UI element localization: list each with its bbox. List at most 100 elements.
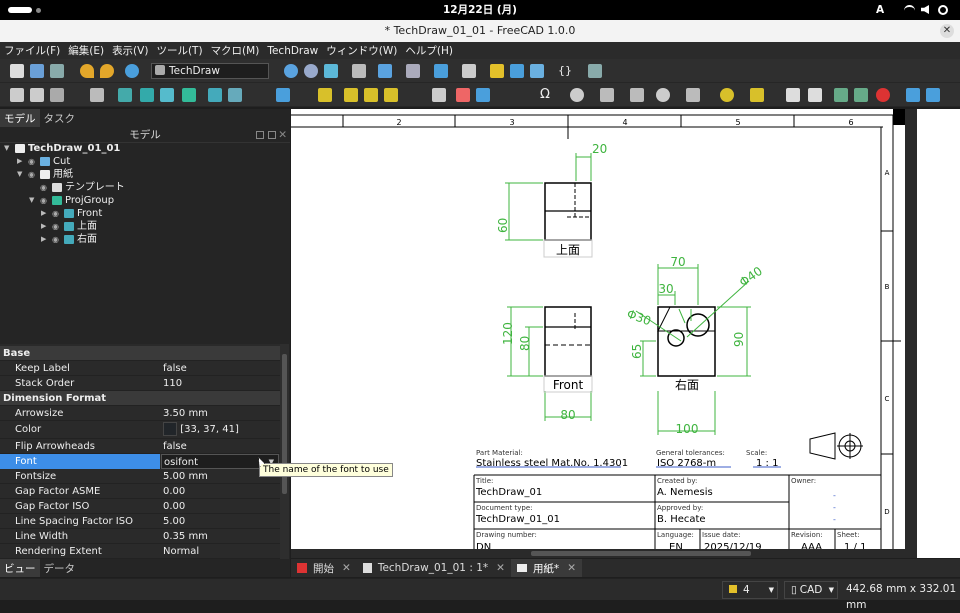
clear-icon[interactable]	[876, 88, 890, 102]
property-value[interactable]: false	[161, 439, 279, 454]
tb-value[interactable]: A. Nemesis	[657, 487, 713, 498]
tree-item-top[interactable]: ▶ ◉ 上面	[0, 220, 290, 233]
owner-placeholder[interactable]: -	[833, 503, 836, 512]
redo-icon[interactable]	[100, 64, 114, 78]
workbench-selector[interactable]: TechDraw	[151, 63, 269, 79]
tab-view[interactable]: ビュー	[0, 559, 40, 577]
property-value[interactable]: false	[161, 361, 279, 376]
projection-group-icon[interactable]	[182, 88, 196, 102]
navigation-style-selector[interactable]: ▯ CAD ▼	[784, 581, 838, 599]
property-value[interactable]: 0.00	[161, 499, 279, 514]
whats-this-icon[interactable]	[588, 64, 602, 78]
tree-expand-icon[interactable]: ▶	[41, 233, 49, 246]
menu-edit[interactable]: 編集(E)	[68, 43, 104, 58]
tree-expand-icon[interactable]: ▼	[4, 142, 12, 155]
tree-item-projgroup[interactable]: ▼ ◉ ProjGroup	[0, 194, 290, 207]
front-view[interactable]: 120 80 80 Front	[501, 306, 593, 422]
menu-tools[interactable]: ツール(T)	[156, 43, 202, 58]
redraw-icon[interactable]	[50, 88, 64, 102]
window-close-button[interactable]: ✕	[940, 24, 954, 38]
tree-item-front[interactable]: ▶ ◉ Front	[0, 207, 290, 220]
tree-expand-icon[interactable]: ▶	[41, 207, 49, 220]
balloon-icon[interactable]	[476, 88, 490, 102]
broken-view-icon[interactable]	[140, 88, 154, 102]
axis-icon[interactable]	[656, 88, 670, 102]
visibility-eye-icon[interactable]: ◉	[40, 181, 47, 194]
export-svg-icon[interactable]	[786, 88, 800, 102]
tab-data[interactable]: データ	[40, 559, 80, 577]
visibility-eye-icon[interactable]: ◉	[52, 233, 59, 246]
cosmetic-icon[interactable]	[600, 88, 614, 102]
text-icon[interactable]	[906, 88, 920, 102]
zoom-fit-icon[interactable]	[284, 64, 298, 78]
panel-undock-icon[interactable]	[268, 131, 276, 139]
tab-model[interactable]: モデル	[0, 109, 40, 127]
link-icon[interactable]	[462, 64, 476, 78]
tb-value[interactable]: ISO 2768-m	[657, 458, 716, 469]
dimension-icon[interactable]	[318, 88, 332, 102]
right-view[interactable]: 70 30 Φ40 Φ30 65 90 100 右面	[625, 255, 765, 436]
visibility-eye-icon[interactable]: ◉	[52, 220, 59, 233]
property-row[interactable]: Color [33, 37, 41]	[0, 421, 280, 439]
property-row[interactable]: Fontsize 5.00 mm	[0, 469, 280, 484]
tolerance-icon[interactable]	[750, 88, 764, 102]
property-row[interactable]: Flip Arrowheads false	[0, 439, 280, 454]
radius-dim-icon[interactable]	[344, 88, 358, 102]
tree-expand-icon[interactable]: ▼	[29, 194, 37, 207]
property-row[interactable]: Rendering Extent Normal	[0, 544, 280, 559]
tree-item-document[interactable]: ▼ TechDraw_01_01	[0, 142, 290, 155]
property-group-dimension-format[interactable]: Dimension Format	[0, 391, 280, 406]
menu-macro[interactable]: マクロ(M)	[211, 43, 260, 58]
canvas-bottom-scrollbar[interactable]	[291, 549, 905, 558]
group-icon[interactable]	[510, 64, 524, 78]
visibility-eye-icon[interactable]: ◉	[52, 207, 59, 220]
owner-placeholder[interactable]: -	[833, 515, 836, 524]
undo-icon[interactable]	[80, 64, 94, 78]
tree-expand-icon[interactable]: ▶	[17, 155, 25, 168]
menu-help[interactable]: ヘルプ(H)	[405, 43, 453, 58]
hatch-icon[interactable]	[432, 88, 446, 102]
top-view[interactable]: 20 60 上面	[496, 142, 607, 258]
property-row[interactable]: Stack Order 110	[0, 376, 280, 391]
box-selection-icon[interactable]	[352, 64, 366, 78]
property-row-selected[interactable]: Font osifont ▼	[0, 454, 280, 469]
tree-item-right[interactable]: ▶ ◉ 右面	[0, 233, 290, 246]
angle-dim-icon[interactable]	[364, 88, 378, 102]
property-row[interactable]: Gap Factor ASME 0.00	[0, 484, 280, 499]
canvas-right-scrollbar[interactable]	[905, 109, 917, 558]
doc-tab-document[interactable]: TechDraw_01_01 : 1* ✕	[357, 559, 511, 577]
diameter-icon[interactable]	[720, 88, 734, 102]
property-value[interactable]: 110	[161, 376, 279, 391]
insert-view-icon[interactable]	[118, 88, 132, 102]
leader-icon[interactable]	[456, 88, 470, 102]
layer-selector[interactable]: 4 ▼	[722, 581, 778, 599]
tb-value[interactable]: 1 : 1	[756, 458, 778, 469]
doc-tab-start[interactable]: 開始 ✕	[291, 559, 357, 577]
owner-placeholder[interactable]: -	[833, 491, 836, 500]
measure-icon[interactable]	[434, 64, 448, 78]
insert-template-icon[interactable]	[30, 88, 44, 102]
power-icon[interactable]	[938, 5, 948, 15]
tree-item-template[interactable]: ◉ テンプレート	[0, 181, 290, 194]
stacking-bottom-icon[interactable]	[854, 88, 868, 102]
property-value[interactable]: 0.00	[161, 484, 279, 499]
tree-item-page[interactable]: ▼ ◉ 用紙	[0, 168, 290, 181]
activities-indicator[interactable]	[8, 7, 32, 13]
property-row[interactable]: Arrowsize 3.50 mm	[0, 406, 280, 421]
section-view-icon[interactable]	[208, 88, 222, 102]
menu-file[interactable]: ファイル(F)	[4, 43, 60, 58]
close-icon[interactable]: ✕	[567, 562, 576, 574]
refresh-icon[interactable]	[125, 64, 139, 78]
macro-icon[interactable]: {}	[558, 64, 572, 78]
property-row[interactable]: Line Spacing Factor ISO 5.00	[0, 514, 280, 529]
open-file-icon[interactable]	[30, 64, 44, 78]
tb-value[interactable]: Stainless steel Mat.No. 1.4301	[476, 458, 628, 469]
drawing-sheet[interactable]: 2 3 4 5 6 A B C D 20 60 上面 120 80 80 Fro…	[291, 109, 960, 558]
drawing-canvas[interactable]: 2 3 4 5 6 A B C D 20 60 上面 120 80 80 Fro…	[291, 109, 960, 558]
property-row[interactable]: Gap Factor ISO 0.00	[0, 499, 280, 514]
part-icon[interactable]	[490, 64, 504, 78]
link-actions-icon[interactable]	[530, 64, 544, 78]
draw-style-icon[interactable]	[378, 64, 392, 78]
menu-techdraw[interactable]: TechDraw	[267, 45, 318, 57]
visibility-eye-icon[interactable]: ◉	[28, 168, 35, 181]
